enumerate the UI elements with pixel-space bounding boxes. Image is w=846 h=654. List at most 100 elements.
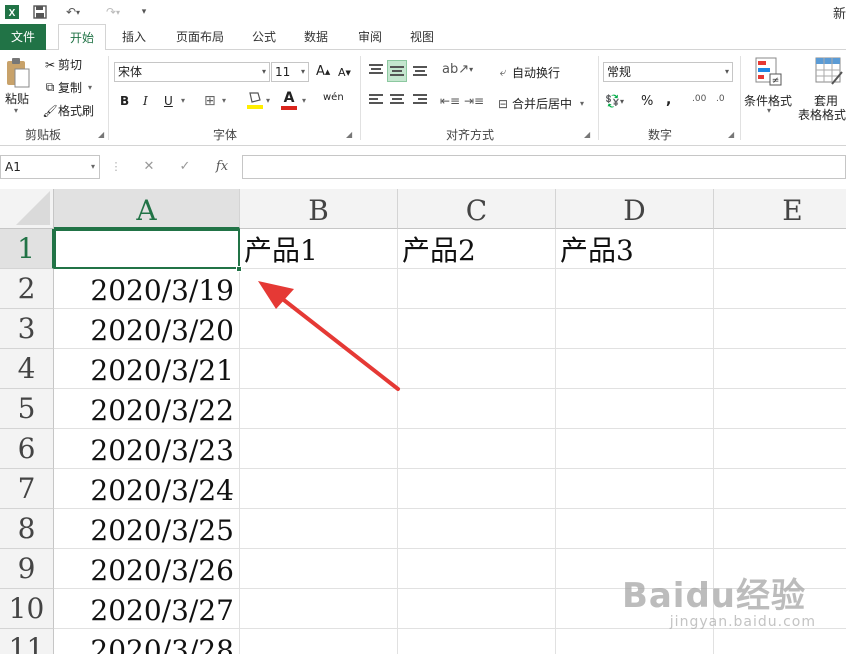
cell-a4[interactable]: 2020/3/21	[54, 349, 240, 389]
column-header-a[interactable]: A	[54, 189, 240, 229]
increase-decimal-icon[interactable]: .00	[692, 94, 706, 104]
cell-a9[interactable]: 2020/3/26	[54, 549, 240, 589]
cell-a10[interactable]: 2020/3/27	[54, 589, 240, 629]
cell-b3[interactable]	[240, 309, 398, 349]
conditional-formatting-dropdown-icon[interactable]: ▾	[767, 106, 771, 115]
cell-c2[interactable]	[398, 269, 556, 309]
cell-c4[interactable]	[398, 349, 556, 389]
tab-page-layout[interactable]: 页面布局	[166, 24, 234, 50]
format-painter-button[interactable]: 🖌 格式刷	[42, 102, 94, 119]
cell-b8[interactable]	[240, 509, 398, 549]
formula-input[interactable]	[242, 155, 846, 179]
select-all-button[interactable]	[0, 189, 54, 229]
align-bottom-icon[interactable]	[410, 60, 430, 80]
shrink-font-button[interactable]: A ▼	[338, 66, 351, 79]
cell-e5[interactable]	[714, 389, 846, 429]
confirm-entry-button[interactable]: ✓	[172, 157, 198, 177]
paste-icon[interactable]	[4, 56, 32, 90]
cell-b5[interactable]	[240, 389, 398, 429]
row-header[interactable]: 10	[0, 589, 54, 629]
tab-view[interactable]: 视图	[402, 24, 442, 50]
tab-formulas[interactable]: 公式	[244, 24, 284, 50]
insert-function-button[interactable]: fx	[208, 157, 236, 177]
cell-e3[interactable]	[714, 309, 846, 349]
cell-a8[interactable]: 2020/3/25	[54, 509, 240, 549]
borders-icon[interactable]: ⊞	[204, 93, 216, 109]
row-header[interactable]: 8	[0, 509, 54, 549]
cell-c3[interactable]	[398, 309, 556, 349]
cell-d1[interactable]: 产品3	[556, 229, 714, 269]
font-name-select[interactable]: 宋体 ▾	[114, 62, 270, 82]
tab-review[interactable]: 审阅	[350, 24, 390, 50]
column-header-d[interactable]: D	[556, 189, 714, 229]
cell-c9[interactable]	[398, 549, 556, 589]
cell-d11[interactable]	[556, 629, 714, 654]
font-color-button[interactable]: A	[281, 90, 297, 110]
orientation-icon[interactable]: ab↗ ▾	[442, 62, 473, 77]
comma-button[interactable]: ,	[666, 92, 671, 108]
customize-toolbar-icon[interactable]: ▾	[136, 3, 152, 21]
cell-b9[interactable]	[240, 549, 398, 589]
cell-c10[interactable]	[398, 589, 556, 629]
cell-d3[interactable]	[556, 309, 714, 349]
align-top-icon[interactable]	[366, 60, 386, 80]
column-header-e[interactable]: E	[714, 189, 846, 229]
cell-b11[interactable]	[240, 629, 398, 654]
conditional-formatting-icon[interactable]: ≠	[754, 56, 782, 86]
cell-a6[interactable]: 2020/3/23	[54, 429, 240, 469]
cell-d5[interactable]	[556, 389, 714, 429]
cell-e7[interactable]	[714, 469, 846, 509]
cell-b2[interactable]	[240, 269, 398, 309]
alignment-launcher-icon[interactable]: ◢	[584, 130, 590, 139]
font-size-select[interactable]: 11 ▾	[271, 62, 309, 82]
cell-b1[interactable]: 产品1	[240, 229, 398, 269]
cell-a3[interactable]: 2020/3/20	[54, 309, 240, 349]
cell-c6[interactable]	[398, 429, 556, 469]
cell-c5[interactable]	[398, 389, 556, 429]
number-format-select[interactable]: 常规 ▾	[603, 62, 733, 82]
decrease-indent-icon[interactable]: ⇤≡	[440, 94, 460, 108]
cell-a11[interactable]: 2020/3/28	[54, 629, 240, 654]
paste-dropdown-icon[interactable]: ▾	[14, 106, 18, 115]
row-header[interactable]: 4	[0, 349, 54, 389]
tab-home[interactable]: 开始	[58, 24, 106, 51]
cell-d8[interactable]	[556, 509, 714, 549]
cell-e11[interactable]	[714, 629, 846, 654]
underline-button[interactable]: U	[164, 94, 173, 108]
tab-file[interactable]: 文件	[0, 24, 46, 50]
cell-b6[interactable]	[240, 429, 398, 469]
accounting-format-icon[interactable]: 💱 ▾	[605, 94, 624, 108]
row-header[interactable]: 7	[0, 469, 54, 509]
number-launcher-icon[interactable]: ◢	[728, 130, 734, 139]
row-header[interactable]: 2	[0, 269, 54, 309]
bold-button[interactable]: B	[120, 94, 129, 108]
cell-b7[interactable]	[240, 469, 398, 509]
cell-e8[interactable]	[714, 509, 846, 549]
cell-c1[interactable]: 产品2	[398, 229, 556, 269]
cut-button[interactable]: ✂ 剪切	[42, 56, 82, 73]
save-icon[interactable]	[30, 3, 50, 21]
cell-d7[interactable]	[556, 469, 714, 509]
fill-color-dropdown-icon[interactable]: ▾	[266, 96, 270, 105]
phonetic-button[interactable]: wén	[323, 92, 344, 103]
font-launcher-icon[interactable]: ◢	[346, 130, 352, 139]
align-left-icon[interactable]	[366, 94, 386, 106]
italic-button[interactable]: I	[143, 94, 148, 108]
cell-a5[interactable]: 2020/3/22	[54, 389, 240, 429]
fill-color-icon[interactable]	[246, 90, 264, 110]
cell-c7[interactable]	[398, 469, 556, 509]
cell-e1[interactable]	[714, 229, 846, 269]
decrease-decimal-icon[interactable]: .0	[716, 94, 725, 104]
cell-b10[interactable]	[240, 589, 398, 629]
cell-e6[interactable]	[714, 429, 846, 469]
format-as-table-icon[interactable]	[814, 56, 844, 86]
cell-e2[interactable]	[714, 269, 846, 309]
cell-a2[interactable]: 2020/3/19	[54, 269, 240, 309]
align-center-icon[interactable]	[387, 94, 407, 106]
cancel-entry-button[interactable]: ✕	[136, 157, 162, 177]
cell-e4[interactable]	[714, 349, 846, 389]
undo-icon[interactable]: ↶ ▾	[58, 3, 88, 21]
cell-c8[interactable]	[398, 509, 556, 549]
cell-b4[interactable]	[240, 349, 398, 389]
align-middle-icon[interactable]	[387, 60, 407, 82]
